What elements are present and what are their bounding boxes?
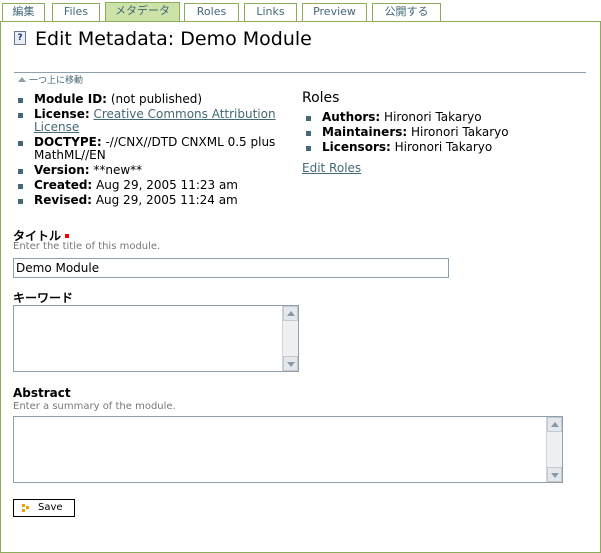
role-authors: Authors: Hironori Takaryo	[306, 111, 586, 124]
required-marker-icon	[65, 234, 70, 238]
bullet-icon	[18, 184, 23, 189]
maintainers-label: Maintainers:	[322, 125, 408, 139]
bullet-icon	[18, 98, 23, 103]
scroll-up-button[interactable]	[547, 417, 562, 432]
doctype-label: DOCTYPE:	[34, 135, 102, 149]
bullet-icon	[18, 113, 23, 118]
revised-value: Aug 29, 2005 11:24 am	[95, 193, 238, 207]
meta-version: Version: **new**	[18, 164, 298, 177]
tab-files[interactable]: Files	[52, 3, 100, 21]
bullet-icon	[306, 131, 311, 136]
abstract-textarea[interactable]	[13, 416, 563, 483]
tab-edit[interactable]: 編集	[2, 3, 45, 21]
role-licensors: Licensors: Hironori Takaryo	[306, 141, 586, 154]
created-label: Created:	[34, 178, 93, 192]
licensors-label: Licensors:	[322, 140, 391, 154]
metadata-list: Module ID: (not published) License: Crea…	[18, 93, 298, 209]
module-id-label: Module ID:	[34, 92, 107, 106]
bullet-icon	[18, 169, 23, 174]
abstract-scrollbar[interactable]	[546, 417, 562, 482]
created-value: Aug 29, 2005 11:23 am	[96, 178, 238, 192]
maintainers-value: Hironori Takaryo	[411, 125, 509, 139]
roles-list: Authors: Hironori Takaryo Maintainers: H…	[306, 111, 586, 156]
module-id-value: (not published)	[110, 92, 203, 106]
arrow-down-icon	[551, 473, 559, 478]
save-icon	[22, 504, 30, 512]
license-label: License:	[34, 107, 90, 121]
tab-preview[interactable]: Preview	[302, 3, 367, 21]
abstract-help-text: Enter a summary of the module.	[13, 401, 176, 412]
title-divider	[14, 72, 586, 73]
role-maintainers: Maintainers: Hironori Takaryo	[306, 126, 586, 139]
licensors-value: Hironori Takaryo	[394, 140, 493, 154]
up-arrow-icon	[18, 77, 26, 82]
authors-value: Hironori Takaryo	[384, 110, 482, 124]
arrow-up-icon	[551, 422, 559, 427]
title-input[interactable]	[13, 258, 449, 278]
arrow-down-icon	[287, 362, 295, 367]
keywords-scrollbar[interactable]	[282, 306, 298, 371]
meta-license: License: Creative Commons Attribution Li…	[18, 108, 298, 134]
meta-module-id: Module ID: (not published)	[18, 93, 298, 106]
meta-doctype: DOCTYPE: -//CNX//DTD CNXML 0.5 plus Math…	[18, 136, 298, 162]
up-one-level-link[interactable]: 一つ上に移動	[18, 73, 83, 86]
tab-bar: 編集 Files メタデータ Roles Links Preview 公開する	[0, 0, 601, 22]
tab-roles[interactable]: Roles	[184, 3, 239, 21]
title-help-text: Enter the title of this module.	[13, 241, 161, 252]
up-one-level-label[interactable]: 一つ上に移動	[29, 76, 83, 86]
version-value: **new**	[93, 163, 143, 177]
version-label: Version:	[34, 163, 90, 177]
tab-metadata[interactable]: メタデータ	[105, 2, 180, 22]
bullet-icon	[306, 116, 311, 121]
authors-label: Authors:	[322, 110, 381, 124]
meta-revised: Revised: Aug 29, 2005 11:24 am	[18, 194, 298, 207]
roles-heading: Roles	[302, 90, 340, 106]
abstract-field-label: Abstract	[13, 386, 71, 400]
scroll-down-button[interactable]	[547, 467, 562, 482]
bullet-icon	[18, 141, 23, 146]
keywords-textarea[interactable]	[13, 305, 299, 372]
revised-label: Revised:	[34, 193, 92, 207]
module-icon: ?	[14, 31, 26, 45]
bullet-icon	[306, 146, 311, 151]
tab-publish[interactable]: 公開する	[372, 3, 441, 21]
page-title: Edit Metadata: Demo Module	[35, 28, 312, 50]
save-button-label: Save	[38, 502, 63, 513]
keywords-field-label: キーワード	[13, 291, 74, 305]
arrow-up-icon	[287, 311, 295, 316]
bullet-icon	[18, 199, 23, 204]
scroll-down-button[interactable]	[283, 356, 298, 371]
edit-roles-link[interactable]: Edit Roles	[302, 161, 361, 175]
tab-links[interactable]: Links	[244, 3, 297, 21]
scroll-up-button[interactable]	[283, 306, 298, 321]
save-button[interactable]: Save	[13, 499, 75, 517]
meta-created: Created: Aug 29, 2005 11:23 am	[18, 179, 298, 192]
